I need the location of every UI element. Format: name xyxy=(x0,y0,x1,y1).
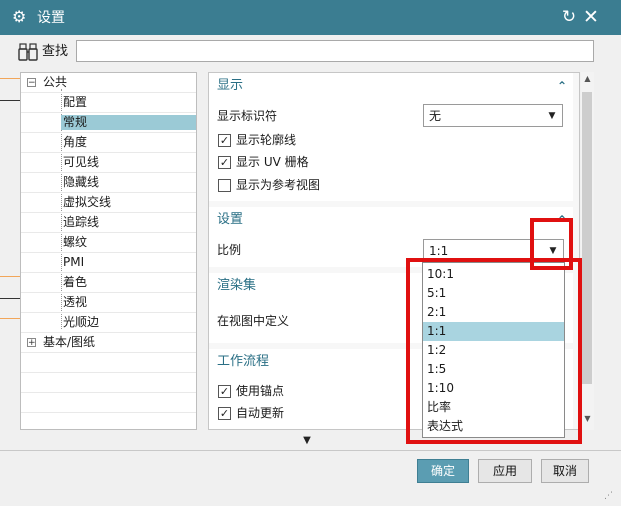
checkbox-reference-view[interactable] xyxy=(218,179,231,192)
tree-item-label: 螺纹 xyxy=(63,235,88,249)
tree-empty-row xyxy=(21,413,196,429)
tree-empty-row xyxy=(21,393,196,413)
tree-item[interactable]: 隐藏线 xyxy=(21,173,196,193)
tree-item-label: 配置 xyxy=(63,95,88,109)
tree-item-label: 光顺边 xyxy=(63,315,100,329)
cancel-button[interactable]: 取消 xyxy=(541,459,589,483)
search-label: 查找 xyxy=(42,44,69,59)
tree-item-label: 着色 xyxy=(63,275,88,289)
tree-item-label: 常规 xyxy=(61,115,196,130)
background-guide-line xyxy=(0,318,22,319)
tree-item-selected[interactable]: 常规 xyxy=(21,113,196,133)
checkbox-auto-update[interactable]: ✓ xyxy=(218,407,231,420)
checkbox-label: 显示 UV 栅格 xyxy=(236,155,309,169)
section-title: 渲染集 xyxy=(217,278,257,293)
footer-divider xyxy=(0,450,621,451)
tree-item-label: 基本/图纸 xyxy=(43,335,96,349)
collapse-icon[interactable]: − xyxy=(27,78,36,88)
checkbox-label: 自动更新 xyxy=(236,406,285,420)
tree-item-label: 虚拟交线 xyxy=(63,195,112,209)
chevron-down-icon: ▼ xyxy=(548,111,556,121)
scrollbar-thumb[interactable] xyxy=(582,92,592,384)
select-value: 无 xyxy=(429,109,442,123)
tree-item[interactable]: 角度 xyxy=(21,133,196,153)
more-options-icon[interactable]: ▼ xyxy=(300,435,314,447)
identifier-label: 显示标识符 xyxy=(217,109,278,123)
gear-icon: ⚙ xyxy=(12,7,27,26)
background-guide-line xyxy=(0,298,22,299)
display-section: 显示 ⌃ 显示标识符 无 ▼ ✓ 显示轮廓线 ✓ 显示 UV 栅格 显示为参考视… xyxy=(209,73,573,201)
display-section-header[interactable]: 显示 ⌃ xyxy=(209,73,573,99)
checkbox-use-anchor[interactable]: ✓ xyxy=(218,385,231,398)
search-input[interactable] xyxy=(76,40,594,62)
tree-item[interactable]: 可见线 xyxy=(21,153,196,173)
window-title: 设置 xyxy=(37,10,65,26)
tree-item[interactable]: 配置 xyxy=(21,93,196,113)
title-bar xyxy=(0,0,621,35)
background-guide-line xyxy=(0,100,22,101)
tree-item[interactable]: 螺纹 xyxy=(21,233,196,253)
settings-section-header[interactable]: 设置 ⌃ xyxy=(209,207,573,233)
tree-item-label: 可见线 xyxy=(63,155,100,169)
tree-item-basic-drawing[interactable]: + 基本/图纸 xyxy=(21,333,196,353)
tree-item-common[interactable]: − 公共 xyxy=(21,73,196,93)
checkbox-label: 显示为参考视图 xyxy=(236,178,321,192)
collapse-icon[interactable]: ⌃ xyxy=(557,79,569,93)
tree-item[interactable]: 虚拟交线 xyxy=(21,193,196,213)
tree-item-label: 公共 xyxy=(43,75,68,89)
scale-label: 比例 xyxy=(217,243,242,257)
tree-item-label: 追踪线 xyxy=(63,215,100,229)
ok-button[interactable]: 确定 xyxy=(417,459,469,483)
tree-item-label: PMI xyxy=(63,255,85,269)
annotation-box-dropdown-list xyxy=(406,258,582,444)
section-title: 设置 xyxy=(217,212,244,227)
section-title: 工作流程 xyxy=(217,354,270,369)
close-icon[interactable]: ✕ xyxy=(582,6,600,28)
tree-item[interactable]: PMI xyxy=(21,253,196,273)
binoculars-icon xyxy=(18,42,40,62)
tree-item[interactable]: 着色 xyxy=(21,273,196,293)
select-value: 1:1 xyxy=(429,244,449,258)
background-guide-line xyxy=(0,78,22,79)
settings-tree: − 公共 配置 常规 角度 可见线 隐藏线 虚拟交线 追踪线 螺纹 PMI 着色… xyxy=(20,72,197,430)
scroll-down-icon[interactable]: ▼ xyxy=(582,413,593,425)
tree-item-label: 角度 xyxy=(63,135,88,149)
tree-item[interactable]: 追踪线 xyxy=(21,213,196,233)
tree-item[interactable]: 光顺边 xyxy=(21,313,196,333)
checkbox-label: 显示轮廓线 xyxy=(236,133,297,147)
tree-item[interactable]: 透视 xyxy=(21,293,196,313)
tree-empty-row xyxy=(21,373,196,393)
tree-item-label: 隐藏线 xyxy=(63,175,100,189)
resize-grip-icon[interactable]: ⋰ xyxy=(604,490,616,502)
define-in-view-label: 在视图中定义 xyxy=(217,314,290,328)
expand-icon[interactable]: + xyxy=(27,338,36,348)
background-guide-line xyxy=(0,276,22,277)
section-title: 显示 xyxy=(217,78,244,93)
checkbox-show-uv-grid[interactable]: ✓ xyxy=(218,156,231,169)
tree-item-label: 透视 xyxy=(63,295,88,309)
checkbox-show-outline[interactable]: ✓ xyxy=(218,134,231,147)
checkbox-label: 使用锚点 xyxy=(236,384,285,398)
reset-icon[interactable]: ↻ xyxy=(560,7,578,27)
identifier-select[interactable]: 无 ▼ xyxy=(423,104,563,127)
tree-empty-row xyxy=(21,353,196,373)
apply-button[interactable]: 应用 xyxy=(478,459,532,483)
scroll-up-icon[interactable]: ▲ xyxy=(582,73,593,85)
